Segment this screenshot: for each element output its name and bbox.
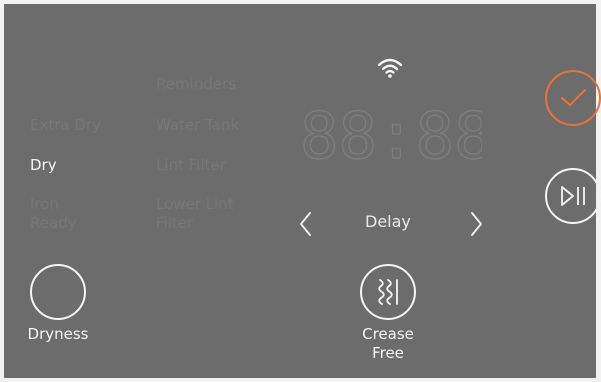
chevron-right-icon xyxy=(471,212,482,236)
delay-next-button[interactable] xyxy=(466,210,486,242)
play-pause-icon xyxy=(561,186,585,206)
extra-dry-indicator: Extra Dry xyxy=(30,116,101,134)
dry-indicator: Dry xyxy=(30,156,57,174)
delay-prev-button[interactable] xyxy=(296,210,316,242)
checkmark-icon xyxy=(561,89,586,106)
iron-ready-indicator: Iron Ready xyxy=(30,195,77,232)
dryer-control-panel: Extra Dry Dry Iron Ready Reminders Water… xyxy=(4,4,601,378)
water-tank-indicator: Water Tank xyxy=(156,116,240,134)
delay-label[interactable]: Delay xyxy=(365,212,411,231)
start-pause-button[interactable] xyxy=(545,168,601,224)
crease-free-label: Crease Free xyxy=(362,325,414,362)
lint-filter-indicator: Lint Filter xyxy=(156,156,226,174)
confirm-button[interactable] xyxy=(545,70,601,126)
crease-free-button[interactable] xyxy=(360,264,416,320)
dryness-button[interactable] xyxy=(30,264,86,320)
dryness-label: Dryness xyxy=(27,325,89,343)
lower-lint-filter-indicator: Lower Lint Filter xyxy=(156,195,234,232)
reminders-indicator: Reminders xyxy=(156,75,236,93)
time-display: 88:88 xyxy=(299,99,493,174)
time-display-digits: 88:88 xyxy=(300,104,482,164)
crease-free-icon xyxy=(378,279,398,305)
wifi-icon xyxy=(376,56,404,84)
chevron-left-icon xyxy=(300,212,311,236)
